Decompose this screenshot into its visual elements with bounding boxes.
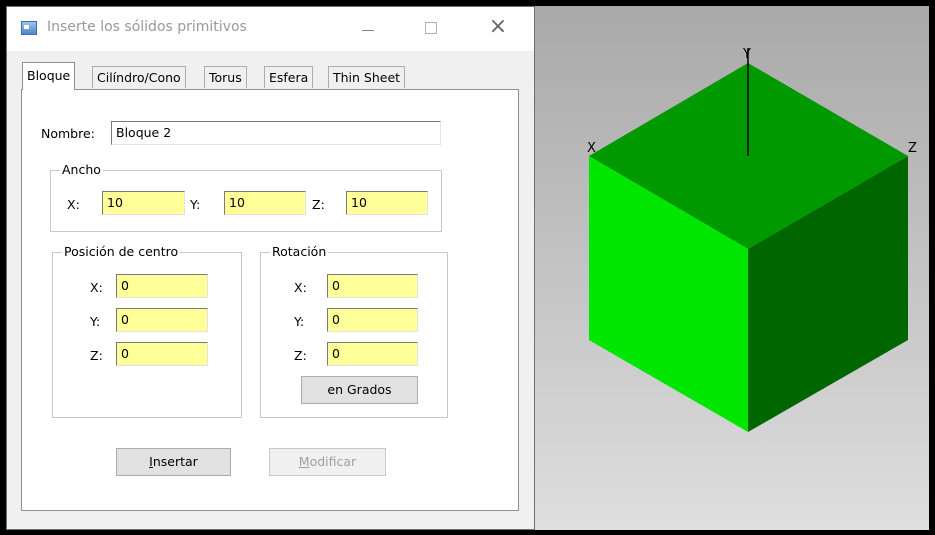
posicion-y-input[interactable]: 0 bbox=[116, 308, 208, 332]
nombre-input[interactable]: Bloque 2 bbox=[111, 121, 441, 145]
posicion-x-input[interactable]: 0 bbox=[116, 274, 208, 298]
ancho-z-input[interactable]: 10 bbox=[346, 191, 428, 215]
rotacion-group-title: Rotación bbox=[270, 244, 329, 259]
en-grados-button[interactable]: en Grados bbox=[301, 376, 418, 404]
rotacion-z-input[interactable]: 0 bbox=[327, 342, 418, 366]
ancho-y-input[interactable]: 10 bbox=[224, 191, 306, 215]
rotacion-y-label: Y: bbox=[294, 314, 305, 329]
modificar-label: odificar bbox=[309, 454, 357, 469]
maximize-button[interactable] bbox=[415, 13, 447, 43]
axis-label-y: Y bbox=[742, 47, 751, 62]
tab-esfera[interactable]: Esfera bbox=[264, 66, 314, 88]
tab-bloque[interactable]: Bloque bbox=[22, 62, 76, 90]
rotacion-y-input[interactable]: 0 bbox=[327, 308, 418, 332]
ancho-y-label: Y: bbox=[190, 197, 201, 212]
tab-panel-bloque: Nombre: Bloque 2 Ancho X: 10 Y: 10 Z: 10… bbox=[21, 89, 519, 511]
close-icon: × bbox=[488, 14, 508, 39]
tab-thin-sheet[interactable]: Thin Sheet bbox=[328, 66, 406, 88]
title-bar[interactable]: Inserte los sólidos primitivos × bbox=[7, 7, 534, 51]
posicion-group-title: Posición de centro bbox=[62, 244, 181, 259]
ancho-z-label: Z: bbox=[312, 197, 325, 212]
axis-label-x: X bbox=[587, 141, 596, 156]
insertar-label: nsertar bbox=[152, 454, 198, 469]
minimize-button[interactable] bbox=[352, 13, 384, 43]
modificar-mnemonic: M bbox=[298, 454, 310, 469]
rotacion-x-label: X: bbox=[294, 280, 307, 295]
axis-label-z: Z bbox=[908, 141, 917, 156]
nombre-label: Nombre: bbox=[41, 126, 95, 141]
tab-cilindro-cono[interactable]: Cilíndro/Cono bbox=[92, 66, 186, 88]
window-title: Inserte los sólidos primitivos bbox=[47, 19, 247, 35]
posicion-y-label: Y: bbox=[90, 314, 101, 329]
posicion-z-input[interactable]: 0 bbox=[116, 342, 208, 366]
rotacion-x-input[interactable]: 0 bbox=[327, 274, 418, 298]
app-icon bbox=[21, 21, 37, 35]
insertar-button[interactable]: Insertar bbox=[116, 448, 231, 476]
modificar-button[interactable]: Modificar bbox=[269, 448, 386, 476]
ancho-group-title: Ancho bbox=[60, 162, 103, 177]
close-button[interactable]: × bbox=[482, 13, 514, 43]
posicion-x-label: X: bbox=[90, 280, 103, 295]
ancho-x-input[interactable]: 10 bbox=[102, 191, 185, 215]
dialog-window: Inserte los sólidos primitivos × Bloque … bbox=[6, 6, 535, 530]
posicion-z-label: Z: bbox=[90, 348, 103, 363]
3d-viewport[interactable]: Y X Z bbox=[535, 6, 929, 530]
rotacion-z-label: Z: bbox=[294, 348, 307, 363]
viewport-canvas: Y X Z bbox=[587, 47, 917, 432]
ancho-x-label: X: bbox=[67, 197, 80, 212]
tab-torus[interactable]: Torus bbox=[204, 66, 247, 88]
